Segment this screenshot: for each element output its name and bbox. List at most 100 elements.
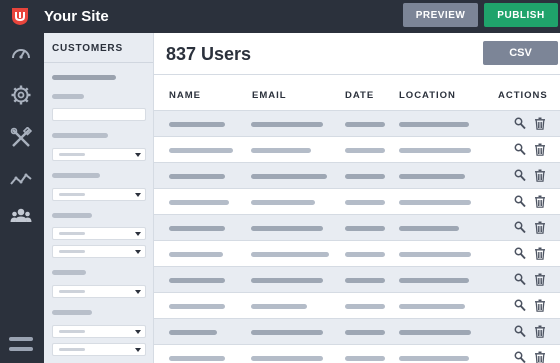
table-row[interactable] — [154, 189, 560, 215]
email-cell — [251, 200, 315, 205]
nav-rail — [0, 33, 44, 363]
filter-select[interactable] — [52, 285, 146, 298]
date-cell — [345, 148, 385, 153]
search-icon[interactable] — [514, 325, 526, 338]
table-row[interactable] — [154, 163, 560, 189]
date-cell — [345, 304, 385, 309]
search-icon[interactable] — [514, 169, 526, 182]
top-bar: Your Site PREVIEW PUBLISH — [0, 0, 560, 33]
chevron-down-icon — [135, 153, 141, 157]
name-cell — [169, 252, 223, 257]
name-cell — [169, 304, 225, 309]
trash-icon[interactable] — [534, 325, 546, 338]
column-header-location[interactable]: LOCATION — [399, 90, 456, 101]
name-cell — [169, 174, 225, 179]
table-row[interactable] — [154, 215, 560, 241]
location-cell — [399, 226, 459, 231]
filter-label — [52, 270, 86, 275]
sidebar-heading: CUSTOMERS — [44, 33, 153, 63]
chevron-down-icon — [135, 330, 141, 334]
site-logo-icon[interactable] — [10, 6, 30, 26]
trash-icon[interactable] — [534, 351, 546, 363]
email-cell — [251, 226, 323, 231]
filter-select[interactable] — [52, 148, 146, 161]
filter-input[interactable] — [52, 108, 146, 121]
sidebar-title-placeholder — [52, 75, 116, 80]
preview-button[interactable]: PREVIEW — [403, 3, 478, 27]
location-cell — [399, 252, 471, 257]
location-cell — [399, 148, 471, 153]
filter-label — [52, 133, 108, 138]
table-row[interactable] — [154, 293, 560, 319]
email-cell — [251, 304, 307, 309]
email-cell — [251, 122, 323, 127]
location-cell — [399, 356, 469, 361]
date-cell — [345, 174, 385, 179]
search-icon[interactable] — [514, 195, 526, 208]
table-row[interactable] — [154, 111, 560, 137]
name-cell — [169, 200, 229, 205]
search-icon[interactable] — [514, 247, 526, 260]
publish-button[interactable]: PUBLISH — [484, 3, 558, 27]
trash-icon[interactable] — [534, 195, 546, 208]
location-cell — [399, 304, 465, 309]
dashboard-icon[interactable] — [10, 42, 32, 64]
email-cell — [251, 356, 323, 361]
csv-export-button[interactable]: CSV — [483, 41, 558, 65]
trash-icon[interactable] — [534, 221, 546, 234]
tools-icon[interactable] — [10, 127, 32, 149]
table-row[interactable] — [154, 345, 560, 363]
search-icon[interactable] — [514, 143, 526, 156]
filter-label — [52, 94, 84, 99]
date-cell — [345, 278, 385, 283]
analytics-icon[interactable] — [10, 169, 32, 191]
filter-select[interactable] — [52, 245, 146, 258]
filter-select[interactable] — [52, 188, 146, 201]
email-cell — [251, 278, 323, 283]
filter-label — [52, 173, 100, 178]
menu-icon[interactable] — [9, 335, 33, 355]
column-header-email[interactable]: EMAIL — [252, 90, 287, 101]
filter-select[interactable] — [52, 343, 146, 356]
chevron-down-icon — [135, 232, 141, 236]
trash-icon[interactable] — [534, 273, 546, 286]
filter-select[interactable] — [52, 325, 146, 338]
date-cell — [345, 330, 385, 335]
table-row[interactable] — [154, 319, 560, 345]
page-title: 837 Users — [166, 44, 252, 64]
table-row[interactable] — [154, 267, 560, 293]
trash-icon[interactable] — [534, 299, 546, 312]
filter-select[interactable] — [52, 227, 146, 240]
search-icon[interactable] — [514, 299, 526, 312]
name-cell — [169, 278, 225, 283]
trash-icon[interactable] — [534, 143, 546, 156]
email-cell — [251, 148, 311, 153]
users-icon[interactable] — [10, 205, 32, 227]
name-cell — [169, 148, 233, 153]
chevron-down-icon — [135, 348, 141, 352]
trash-icon[interactable] — [534, 247, 546, 260]
column-header-name[interactable]: NAME — [169, 90, 201, 101]
location-cell — [399, 330, 471, 335]
email-cell — [251, 174, 327, 179]
trash-icon[interactable] — [534, 169, 546, 182]
date-cell — [345, 356, 385, 361]
trash-icon[interactable] — [534, 117, 546, 130]
chevron-down-icon — [135, 290, 141, 294]
app-window: Your Site PREVIEW PUBLISH CUSTOMERS 837 … — [0, 0, 560, 363]
search-icon[interactable] — [514, 221, 526, 234]
search-icon[interactable] — [514, 351, 526, 363]
settings-icon[interactable] — [10, 84, 32, 106]
chevron-down-icon — [135, 250, 141, 254]
column-header-date[interactable]: DATE — [345, 90, 374, 101]
date-cell — [345, 226, 385, 231]
table-row[interactable] — [154, 137, 560, 163]
search-icon[interactable] — [514, 273, 526, 286]
table-row[interactable] — [154, 241, 560, 267]
email-cell — [251, 252, 329, 257]
search-icon[interactable] — [514, 117, 526, 130]
table-header: NAME EMAIL DATE LOCATION ACTIONS — [154, 74, 560, 111]
name-cell — [169, 122, 225, 127]
location-cell — [399, 278, 469, 283]
customers-sidebar: CUSTOMERS — [44, 33, 154, 363]
